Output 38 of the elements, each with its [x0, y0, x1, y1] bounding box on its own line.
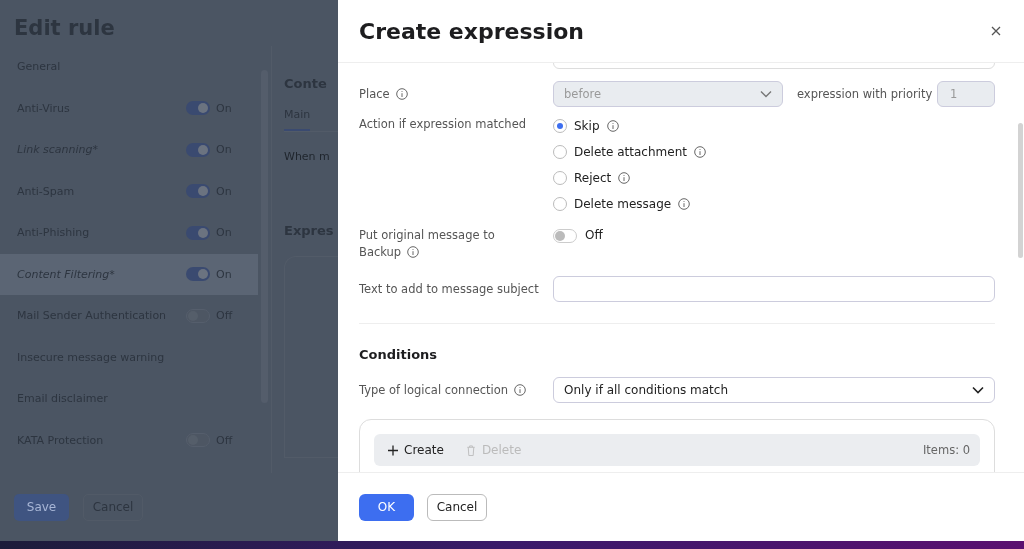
section-heading: Conditions: [359, 347, 439, 362]
toggle-switch[interactable]: [186, 225, 210, 240]
logic-dropdown[interactable]: Only if all conditions match: [553, 377, 995, 403]
field-label: Type of logical connection: [359, 383, 509, 397]
ok-button[interactable]: OK: [359, 493, 414, 521]
chevron-down-icon: [760, 90, 772, 98]
option-label: Delete message: [574, 196, 672, 211]
toggle-label: Off: [585, 228, 603, 244]
field-label: Action if expression matched: [359, 117, 526, 131]
scrollbar[interactable]: [1018, 123, 1023, 258]
info-icon[interactable]: [407, 246, 420, 258]
field-label: expression with priority: [797, 87, 933, 101]
field-label: Put original message to Backup: [359, 228, 495, 259]
toggle-switch[interactable]: [186, 184, 210, 199]
info-icon[interactable]: [618, 171, 631, 184]
chevron-down-icon: [972, 386, 984, 394]
cancel-button[interactable]: Cancel: [427, 493, 487, 521]
info-icon[interactable]: [514, 384, 527, 396]
field-label: Text to add to message subject: [359, 282, 539, 296]
close-icon[interactable]: [991, 26, 1001, 36]
option-label: Skip: [574, 118, 600, 133]
dialog-title: Create expression: [359, 18, 585, 44]
toggle-switch[interactable]: [186, 267, 210, 282]
items-count: Items: 0: [922, 443, 970, 457]
priority-field[interactable]: 1: [937, 81, 995, 107]
trash-icon: [465, 444, 476, 456]
field-label: Place: [359, 87, 390, 101]
option-label: Delete attachment: [574, 144, 687, 159]
info-icon[interactable]: [606, 119, 619, 132]
option-label: Reject: [574, 170, 612, 185]
plus-icon: [388, 444, 398, 456]
toggle-switch[interactable]: [186, 142, 210, 157]
toggle-switch[interactable]: [186, 101, 210, 116]
info-icon[interactable]: [693, 145, 706, 158]
info-icon[interactable]: [678, 197, 691, 210]
create-button[interactable]: Create: [388, 443, 444, 457]
info-icon[interactable]: [395, 88, 408, 100]
save-button[interactable]: Save: [14, 493, 69, 521]
